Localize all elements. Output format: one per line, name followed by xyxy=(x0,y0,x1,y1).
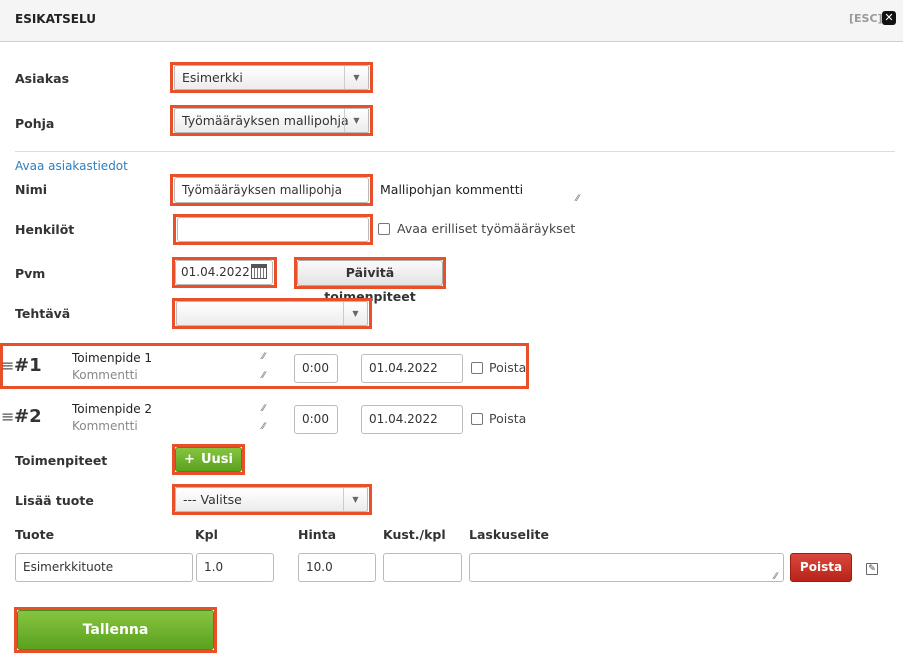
toimenpiteet-label: Toimenpiteet xyxy=(15,453,108,468)
pohja-select[interactable]: Työmääräyksen mallipohja ▼ xyxy=(174,108,369,133)
delete-product-button[interactable]: Poista xyxy=(790,553,852,582)
chevron-down-icon: ▼ xyxy=(344,66,368,89)
action-number: #2 xyxy=(14,406,42,427)
product-name-input[interactable]: Esimerkkituote xyxy=(15,553,193,582)
add-product-label: Lisää tuote xyxy=(15,493,94,508)
col-header-laskuselite: Laskuselite xyxy=(469,527,549,542)
plus-icon: + xyxy=(184,452,195,467)
action-date-input[interactable]: 01.04.2022 xyxy=(361,405,463,434)
resize-handle-icon[interactable]: ⁄⁄ xyxy=(262,352,265,362)
action-delete-checkbox[interactable] xyxy=(471,362,483,374)
asiakas-select[interactable]: Esimerkki ▼ xyxy=(174,65,369,90)
action-number: #1 xyxy=(14,355,42,376)
tehtava-select[interactable]: ▼ xyxy=(176,301,368,326)
save-button[interactable]: Tallenna xyxy=(17,610,214,650)
col-header-kust: Kust./kpl xyxy=(383,527,446,542)
open-customer-link[interactable]: Avaa asiakastiedot xyxy=(15,159,128,173)
chevron-down-icon: ▼ xyxy=(343,488,367,511)
product-price-input[interactable]: 10.0 xyxy=(298,553,376,582)
action-delete-label: Poista xyxy=(489,360,527,375)
new-action-label: Uusi xyxy=(200,452,233,467)
pohja-value: Työmääräyksen mallipohja xyxy=(182,113,349,128)
action-comment[interactable]: Kommentti xyxy=(72,419,138,433)
action-delete-checkbox[interactable] xyxy=(471,413,483,425)
esc-hint[interactable]: [ESC] xyxy=(849,12,883,25)
update-actions-button[interactable]: Päivitä toimenpiteet xyxy=(297,260,443,304)
action-time-input[interactable]: 0:00 xyxy=(294,354,338,383)
chevron-down-icon: ▼ xyxy=(344,109,368,132)
nimi-input[interactable]: Työmääräyksen mallipohja xyxy=(174,177,369,203)
henkilot-input[interactable] xyxy=(177,217,369,242)
resize-handle-icon[interactable]: ⁄⁄ xyxy=(262,371,265,381)
add-product-value: --- Valitse xyxy=(183,492,242,507)
action-name[interactable]: Toimenpide 1 xyxy=(72,351,152,365)
pvm-label: Pvm xyxy=(15,266,46,281)
dialog-title: ESIKATSELU xyxy=(15,12,96,26)
action-comment[interactable]: Kommentti xyxy=(72,368,138,382)
calendar-icon[interactable] xyxy=(251,264,267,279)
col-header-tuote: Tuote xyxy=(15,527,55,542)
separate-orders-checkbox[interactable] xyxy=(378,223,390,235)
nimi-label: Nimi xyxy=(15,182,48,197)
drag-handle-icon[interactable]: ≡ xyxy=(1,407,14,426)
divider xyxy=(15,151,895,152)
template-comment[interactable]: Mallipohjan kommentti xyxy=(380,182,523,197)
pvm-value: 01.04.2022 xyxy=(181,265,250,279)
action-name[interactable]: Toimenpide 2 xyxy=(72,402,152,416)
add-product-select[interactable]: --- Valitse ▼ xyxy=(175,487,368,512)
separate-orders-label: Avaa erilliset työmääräykset xyxy=(397,221,576,236)
drag-handle-icon[interactable]: ≡ xyxy=(1,356,14,375)
action-date-input[interactable]: 01.04.2022 xyxy=(361,354,463,383)
action-time-input[interactable]: 0:00 xyxy=(294,405,338,434)
col-header-hinta: Hinta xyxy=(298,527,337,542)
product-cost-input[interactable] xyxy=(383,553,462,582)
col-header-kpl: Kpl xyxy=(195,527,218,542)
resize-handle-icon[interactable]: ⁄⁄ xyxy=(262,404,265,414)
product-qty-input[interactable]: 1.0 xyxy=(196,553,274,582)
resize-handle-icon[interactable]: ⁄⁄ xyxy=(774,572,777,582)
chevron-down-icon: ▼ xyxy=(343,302,367,325)
pohja-label: Pohja xyxy=(15,116,55,131)
tehtava-label: Tehtävä xyxy=(15,306,71,321)
action-delete-label: Poista xyxy=(489,411,527,426)
resize-handle-icon[interactable]: ⁄⁄ xyxy=(262,422,265,432)
dialog-header xyxy=(0,0,903,42)
henkilot-label: Henkilöt xyxy=(15,222,75,237)
asiakas-value: Esimerkki xyxy=(182,70,243,85)
edit-icon[interactable]: ✎ xyxy=(866,563,878,575)
new-action-button[interactable]: + Uusi xyxy=(175,447,242,472)
asiakas-label: Asiakas xyxy=(15,71,70,86)
product-invoice-text-input[interactable] xyxy=(469,553,784,582)
close-icon[interactable]: ✕ xyxy=(882,11,896,25)
resize-handle-icon[interactable]: ⁄⁄ xyxy=(576,194,579,204)
